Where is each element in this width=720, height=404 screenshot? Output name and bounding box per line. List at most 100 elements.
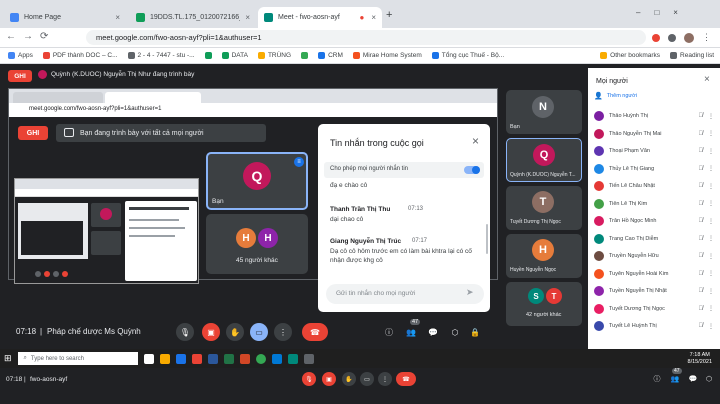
outer-mic-off-icon[interactable]: 🎙 [302, 372, 316, 386]
outer-more-icon[interactable]: ⋮ [378, 372, 392, 386]
excel-icon[interactable] [223, 353, 234, 364]
camera-off-icon[interactable]: ▣ [202, 323, 220, 341]
people-list-item[interactable]: Tuyết Dương Thị Ngọc 🎙̸ ⋮ [594, 301, 714, 317]
participant-more-icon[interactable]: ⋮ [708, 270, 714, 277]
people-list-item[interactable]: Trân Hồ Ngọc Minh 🎙̸ ⋮ [594, 213, 714, 229]
present-now-icon[interactable]: ▭ [250, 323, 268, 341]
browser-menu-icon[interactable]: ⋮ [702, 32, 711, 43]
people-list-item[interactable]: Truyền Nguyễn Hữu 🎙̸ ⋮ [594, 248, 714, 264]
info-icon[interactable]: ⓘ [380, 323, 398, 341]
profile-avatar[interactable] [684, 32, 694, 43]
bookmark-item[interactable]: Apps [8, 52, 33, 59]
participant-more-icon[interactable]: ⋮ [708, 200, 714, 207]
edge-icon[interactable] [175, 353, 186, 364]
lock-icon[interactable]: 🔒 [466, 323, 484, 341]
browser-tab-document[interactable]: 19DDS.TL.175_0120072166_0120... × [130, 7, 256, 28]
word-icon[interactable] [207, 353, 218, 364]
bookmark-item[interactable] [301, 52, 309, 59]
outer-activities-icon[interactable]: ⬡ [702, 372, 716, 386]
participant-more-icon[interactable]: ⋮ [708, 165, 714, 172]
bookmark-item[interactable]: 2 - 4 - 7447 - stu -... [127, 52, 195, 59]
participant-more-icon[interactable]: ⋮ [708, 218, 714, 225]
nav-buttons[interactable]: ←→⟳ [6, 31, 55, 42]
others-tile[interactable]: H H 45 người khác [206, 214, 308, 274]
strip-tile[interactable]: T Tuyết Dương Thị Ngọc [506, 186, 582, 230]
browser-tab-home[interactable]: Home Page × [4, 7, 126, 28]
task-view-icon[interactable] [143, 353, 154, 364]
reading-list[interactable]: Reading list [670, 52, 714, 59]
mic-icon[interactable]: 🎙 [176, 323, 194, 341]
outer-info-icon[interactable]: ⓘ [650, 372, 664, 386]
people-list-item[interactable]: Thảo Nguyễn Thị Mai 🎙̸ ⋮ [594, 126, 714, 142]
people-list-item[interactable]: Tuyên Nguyễn Hoài Kim 🎙̸ ⋮ [594, 266, 714, 282]
outlook-icon[interactable] [271, 353, 282, 364]
add-people-button[interactable]: 👤 Thêm người [594, 92, 637, 100]
bookmark-item[interactable]: Tổng cục Thuế - Bộ... [431, 52, 504, 59]
people-list-item[interactable]: Thoại Phạm Văn 🎙̸ ⋮ [594, 143, 714, 159]
outer-leave-icon[interactable]: ☎ [396, 372, 416, 386]
tab-close-icon[interactable]: × [245, 13, 250, 22]
office-icon[interactable] [191, 353, 202, 364]
people-list-item[interactable]: Tiên Lê Thị Kim 🎙̸ ⋮ [594, 196, 714, 212]
window-controls[interactable]: –□× [636, 8, 692, 17]
browser-tab-meet[interactable]: Meet - fwo-aosn-ayf ● × [258, 7, 382, 28]
powerpoint-icon[interactable] [239, 353, 250, 364]
participant-more-icon[interactable]: ⋮ [708, 323, 714, 330]
bookmark-item[interactable]: CRM [318, 52, 343, 59]
outer-chat-icon[interactable]: 💬 [686, 372, 700, 386]
people-list-item[interactable]: Thủy Lê Thị Giang 🎙̸ ⋮ [594, 161, 714, 177]
participant-more-icon[interactable]: ⋮ [708, 253, 714, 260]
strip-tile[interactable]: S T 42 người khác [506, 282, 582, 326]
people-list-item[interactable]: Thảo Huỳnh Thị 🎙̸ ⋮ [594, 108, 714, 124]
people-list-item[interactable]: Tuyền Nguyễn Thị Nhật 🎙̸ ⋮ [594, 283, 714, 299]
people-close-icon[interactable]: × [704, 74, 710, 85]
participant-more-icon[interactable]: ⋮ [708, 148, 714, 155]
windows-start-icon[interactable]: ⊞ [4, 353, 12, 364]
raise-hand-icon[interactable]: ✋ [226, 323, 244, 341]
chat-input[interactable]: Gửi tin nhắn cho mọi người ➤ [326, 284, 484, 304]
url-field[interactable]: meet.google.com/fwo-aosn-ayf?pli=1&authu… [86, 30, 646, 45]
participant-more-icon[interactable]: ⋮ [708, 183, 714, 190]
app-icon[interactable] [303, 353, 314, 364]
self-video-tile[interactable]: Q ≡ Bạn [206, 152, 308, 210]
file-explorer-icon[interactable] [159, 353, 170, 364]
people-list-item[interactable]: Trang Cao Thị Diễm 🎙̸ ⋮ [594, 231, 714, 247]
people-list-item[interactable]: Tuyết Lê Huỳnh Thị 🎙̸ ⋮ [594, 318, 714, 334]
app-icon[interactable] [287, 353, 298, 364]
participant-more-icon[interactable]: ⋮ [708, 235, 714, 242]
taskbar-clock[interactable]: 7:18 AM 8/15/2021 [688, 352, 712, 365]
tab-close-icon[interactable]: × [371, 13, 376, 22]
chat-close-icon[interactable]: × [472, 134, 479, 148]
chrome-icon[interactable] [255, 353, 266, 364]
tab-close-icon[interactable]: × [115, 13, 120, 22]
new-tab-button[interactable]: + [386, 9, 392, 21]
activities-icon[interactable]: ⬡ [446, 323, 464, 341]
strip-tile[interactable]: Q Quỳnh (K.DUOC) Nguyễn T... [506, 138, 582, 182]
chat-icon[interactable]: 💬 [424, 323, 442, 341]
participant-more-icon[interactable]: ⋮ [708, 288, 714, 295]
extensions-puzzle-icon[interactable] [668, 33, 676, 42]
chat-scrollbar[interactable] [486, 224, 488, 254]
outer-present-icon[interactable]: ▭ [360, 372, 374, 386]
more-options-icon[interactable]: ⋮ [274, 323, 292, 341]
bookmark-item[interactable]: Mirae Home System [352, 52, 422, 59]
other-bookmarks[interactable]: Other bookmarks [600, 52, 660, 59]
bookmark-item[interactable]: DATA [221, 52, 248, 59]
people-icon[interactable]: 👥 [402, 323, 420, 341]
send-icon[interactable]: ➤ [466, 287, 474, 298]
strip-tile[interactable]: N Bạn [506, 90, 582, 134]
bookmark-item[interactable] [204, 52, 212, 59]
outer-raise-hand-icon[interactable]: ✋ [342, 372, 356, 386]
taskbar-search[interactable]: ⌕ Type here to search [17, 352, 138, 365]
bookmark-item[interactable]: TRÙNG [257, 52, 291, 59]
extension-icon[interactable] [652, 33, 660, 42]
participant-more-icon[interactable]: ⋮ [708, 113, 714, 120]
bookmark-item[interactable]: PDF thành DOC – C... [42, 52, 118, 59]
participant-more-icon[interactable]: ⋮ [708, 305, 714, 312]
leave-call-icon[interactable]: ☎ [302, 323, 328, 341]
outer-camera-off-icon[interactable]: ▣ [322, 372, 336, 386]
outer-people-icon[interactable]: 👥 [668, 372, 682, 386]
strip-tile[interactable]: H Huyền Nguyễn Ngọc [506, 234, 582, 278]
chat-permission-toggle[interactable] [464, 166, 480, 174]
people-list-item[interactable]: Tiến Lê Châu Nhật 🎙̸ ⋮ [594, 178, 714, 194]
